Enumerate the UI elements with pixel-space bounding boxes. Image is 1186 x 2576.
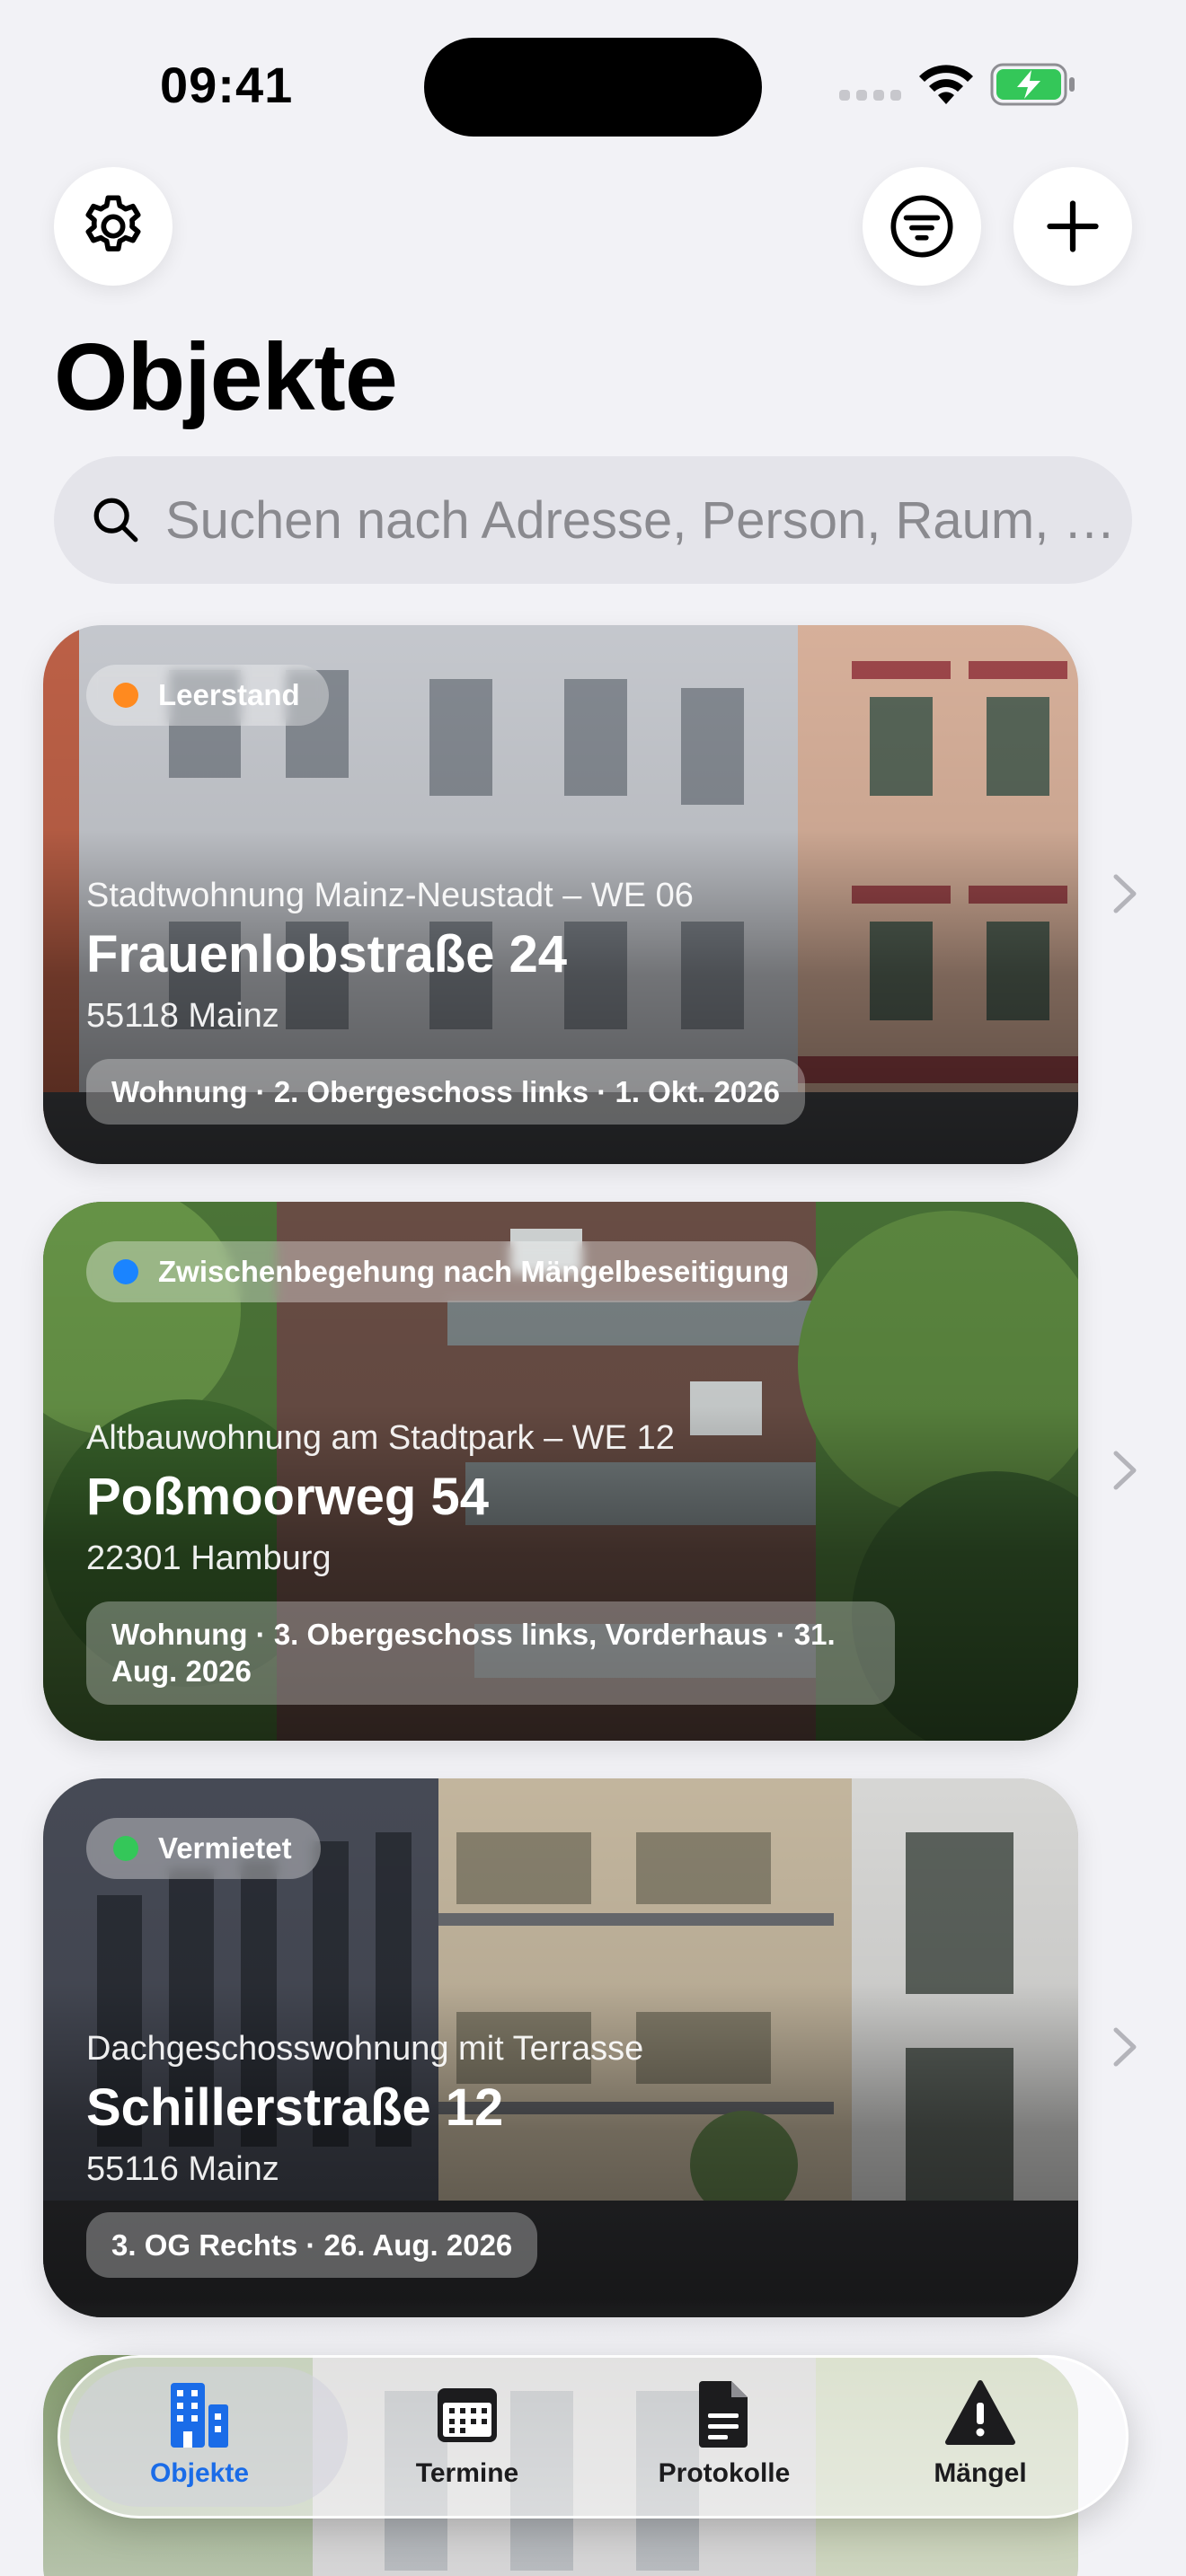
status-time: 09:41 bbox=[160, 57, 294, 113]
chevron-right-icon[interactable] bbox=[1109, 2025, 1141, 2069]
chevron-right-icon[interactable] bbox=[1109, 871, 1141, 916]
filter-icon bbox=[890, 195, 953, 258]
property-city: 22301 Hamburg bbox=[86, 1539, 332, 1577]
warning-icon bbox=[945, 2380, 1015, 2445]
property-info: Altbauwohnung am Stadtpark – WE 12 Poßmo… bbox=[86, 1419, 1042, 1705]
tab-label: Termine bbox=[415, 2458, 519, 2488]
tab-objekte[interactable]: Objekte bbox=[92, 2378, 307, 2503]
plus-icon bbox=[1047, 200, 1099, 252]
tab-label: Mängel bbox=[934, 2458, 1027, 2488]
tab-label: Protokolle bbox=[658, 2458, 791, 2488]
tab-bar: Objekte Termine Protokolle Mängel bbox=[58, 2355, 1128, 2519]
property-card[interactable]: Leerstand Stadtwohnung Mainz-Neustadt – … bbox=[43, 625, 1078, 1164]
dynamic-island bbox=[424, 38, 762, 137]
property-detail: Wohnung · 2. Obergeschoss links · 1. Okt… bbox=[86, 1059, 805, 1125]
gear-icon bbox=[85, 195, 141, 251]
search-input[interactable] bbox=[165, 490, 1118, 551]
status-badge-label: Leerstand bbox=[158, 678, 300, 711]
filter-button[interactable] bbox=[863, 167, 981, 286]
property-street: Frauenlobstraße 24 bbox=[86, 925, 568, 984]
property-street: Poßmoorweg 54 bbox=[86, 1468, 489, 1526]
page-title: Objekte bbox=[54, 324, 398, 430]
property-subtitle: Altbauwohnung am Stadtpark – WE 12 bbox=[86, 1419, 675, 1457]
search-icon bbox=[93, 498, 138, 543]
property-subtitle: Dachgeschosswohnung mit Terrasse bbox=[86, 2030, 644, 2068]
property-info: Dachgeschosswohnung mit Terrasse Schille… bbox=[86, 2030, 1042, 2279]
tab-termine[interactable]: Termine bbox=[359, 2378, 575, 2503]
search-bar[interactable] bbox=[54, 456, 1132, 584]
status-dot bbox=[113, 1836, 138, 1861]
status-bar: 09:41 bbox=[0, 0, 1186, 162]
property-card[interactable]: Vermietet Dachgeschosswohnung mit Terras… bbox=[43, 1778, 1078, 2317]
status-dot bbox=[113, 683, 138, 708]
status-badge-label: Zwischenbegehung nach Mängelbeseitigung bbox=[158, 1255, 790, 1288]
building-icon bbox=[171, 2383, 228, 2448]
chevron-right-icon[interactable] bbox=[1109, 1448, 1141, 1493]
property-city: 55116 Mainz bbox=[86, 2150, 279, 2188]
cellular-signal-icon bbox=[839, 90, 901, 101]
document-icon bbox=[699, 2381, 748, 2448]
tab-maengel[interactable]: Mängel bbox=[872, 2378, 1088, 2503]
property-subtitle: Stadtwohnung Mainz-Neustadt – WE 06 bbox=[86, 877, 694, 914]
tab-protokolle[interactable]: Protokolle bbox=[616, 2378, 832, 2503]
property-info: Stadtwohnung Mainz-Neustadt – WE 06 Frau… bbox=[86, 877, 1042, 1125]
property-detail: 3. OG Rechts · 26. Aug. 2026 bbox=[86, 2212, 538, 2279]
battery-charging-icon bbox=[990, 63, 1075, 106]
tab-label: Objekte bbox=[149, 2458, 250, 2488]
property-card[interactable]: Zwischenbegehung nach Mängelbeseitigung … bbox=[43, 1202, 1078, 1741]
wifi-icon bbox=[919, 65, 973, 104]
status-badge: Zwischenbegehung nach Mängelbeseitigung bbox=[86, 1241, 819, 1302]
property-street: Schillerstraße 12 bbox=[86, 2078, 504, 2137]
add-object-button[interactable] bbox=[1013, 167, 1132, 286]
property-city: 55118 Mainz bbox=[86, 997, 279, 1035]
status-badge: Leerstand bbox=[86, 665, 329, 726]
calendar-icon bbox=[438, 2388, 497, 2442]
settings-button[interactable] bbox=[54, 167, 173, 286]
status-badge-label: Vermietet bbox=[158, 1831, 292, 1865]
status-dot bbox=[113, 1259, 138, 1284]
status-badge: Vermietet bbox=[86, 1818, 321, 1879]
property-detail: Wohnung · 3. Obergeschoss links, Vorderh… bbox=[86, 1601, 895, 1705]
